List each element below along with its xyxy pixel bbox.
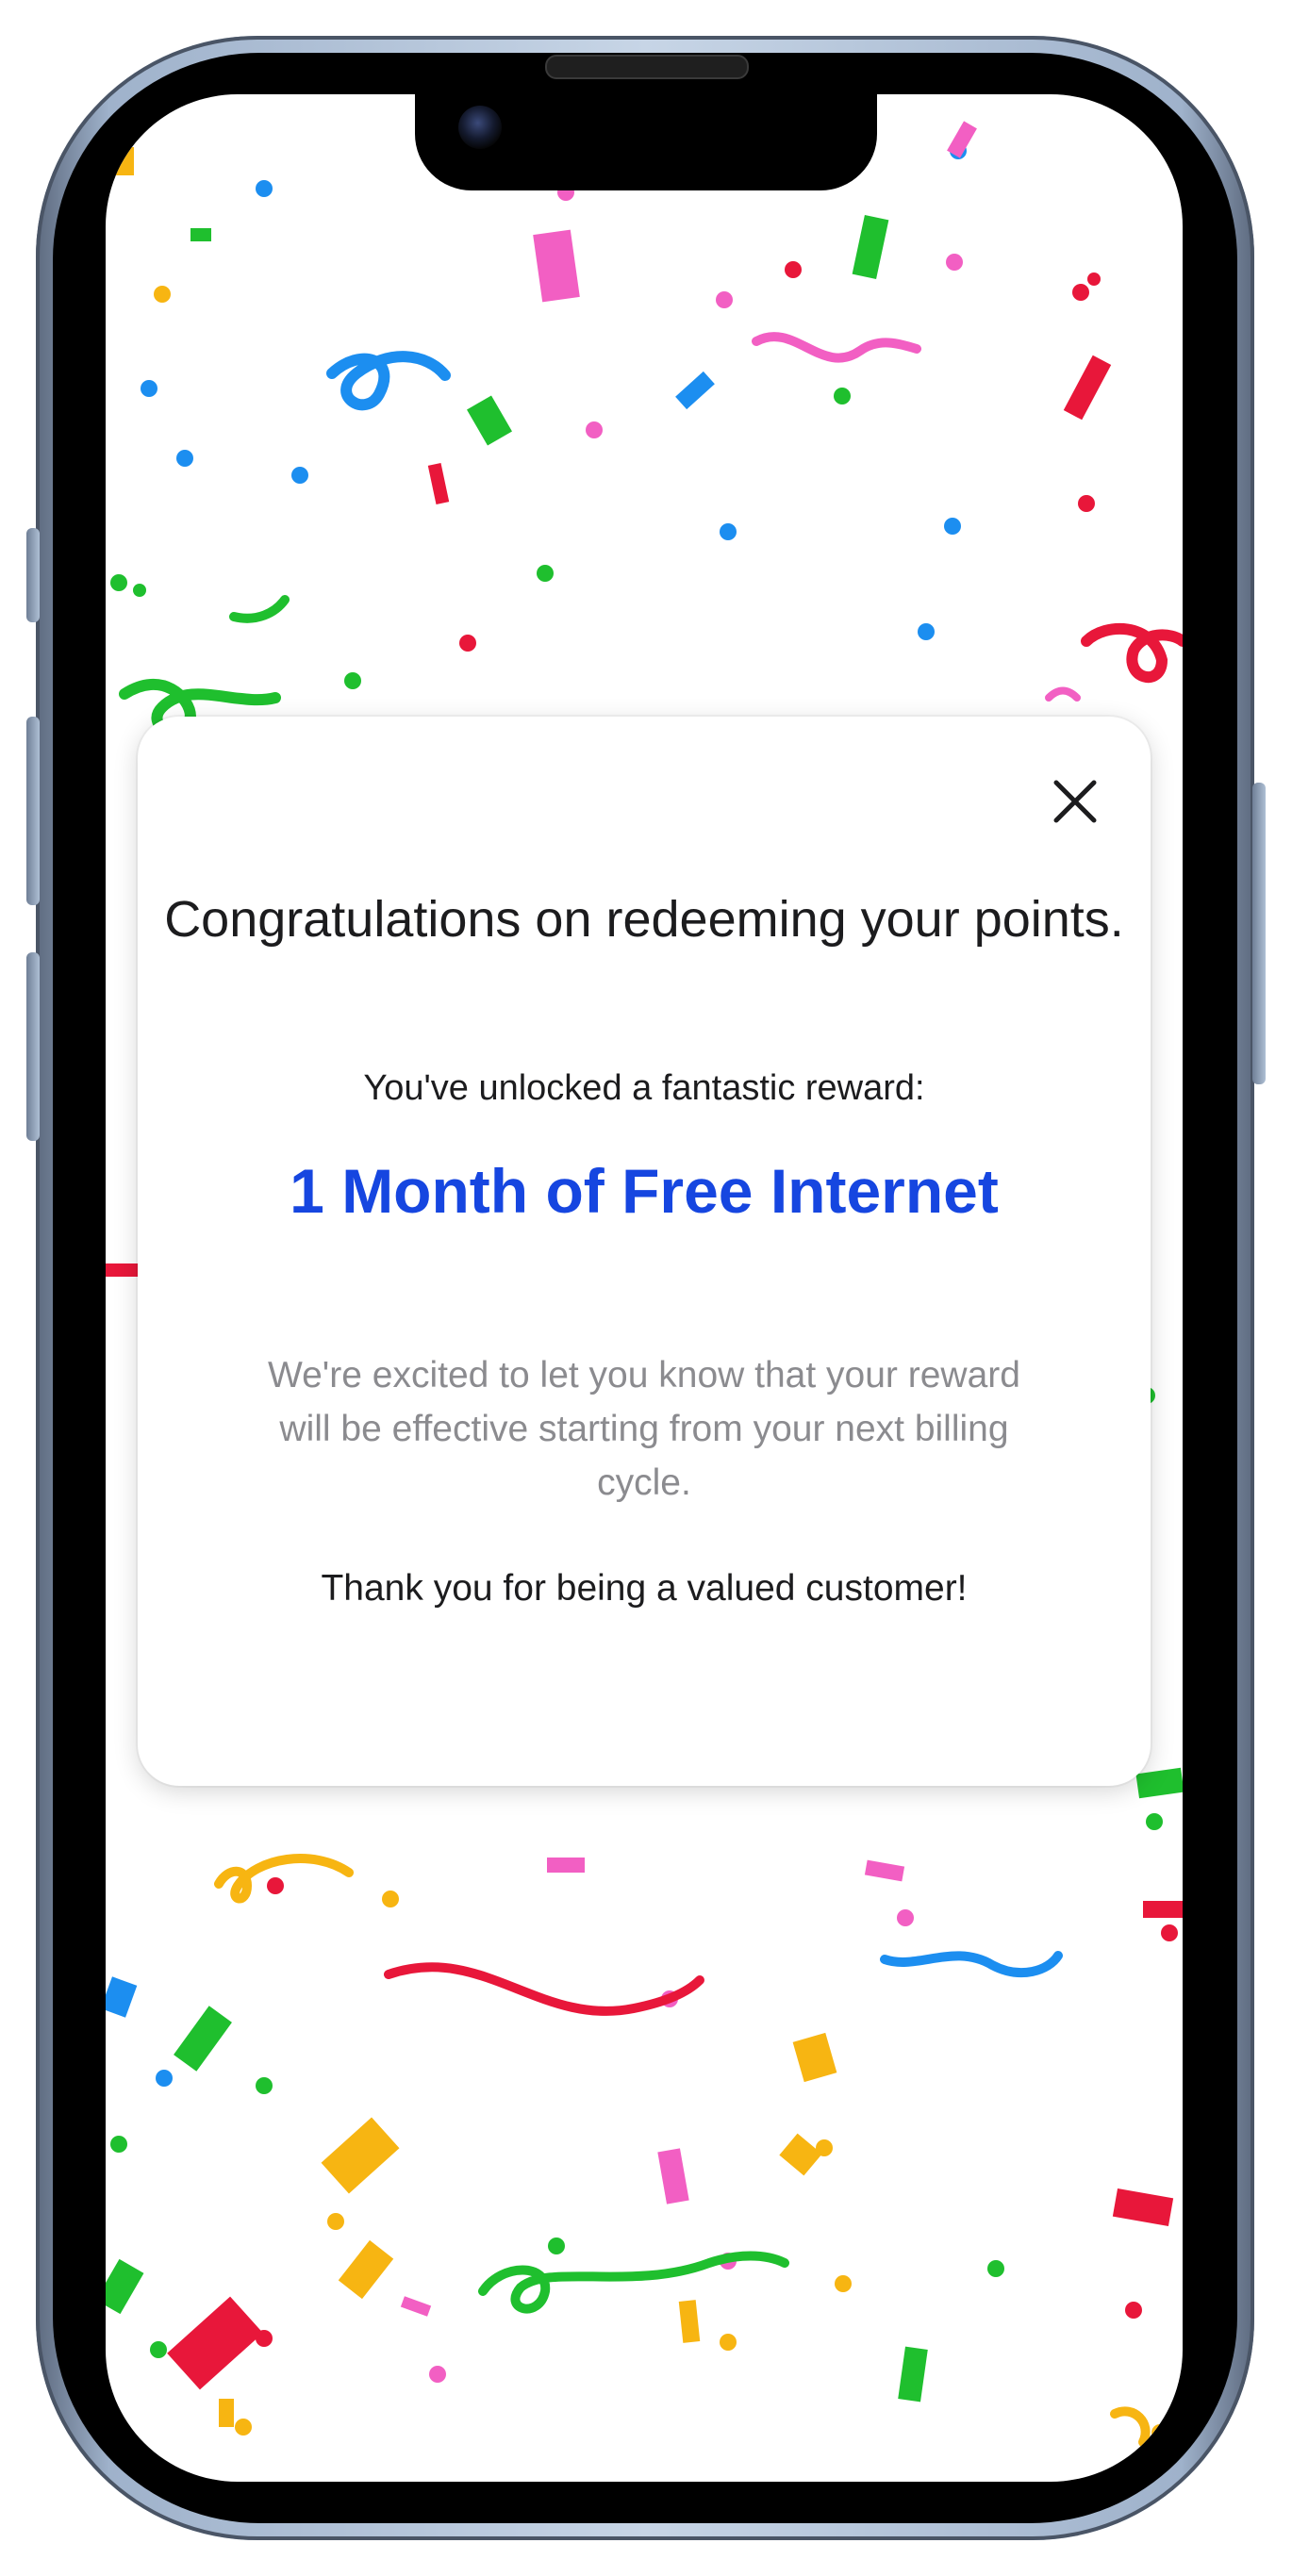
speaker-grille <box>545 55 749 79</box>
thank-you-message: Thank you for being a valued customer! <box>321 1568 968 1609</box>
phone-power-button <box>1252 783 1266 1084</box>
reward-description: We're excited to let you know that your … <box>268 1355 1020 1503</box>
reward-dialog: Congratulations on redeeming your points… <box>138 717 1151 1786</box>
phone-volume-up-button <box>26 717 40 905</box>
dialog-title: Congratulations on redeeming your points… <box>164 891 1124 948</box>
front-camera <box>458 106 502 149</box>
dialog-subtitle: You've unlocked a fantastic reward: <box>363 1068 925 1108</box>
phone-volume-down-button <box>26 952 40 1141</box>
close-button[interactable] <box>1041 768 1109 835</box>
close-icon <box>1053 780 1097 823</box>
phone-side-button <box>26 528 40 622</box>
reward-name: 1 Month of Free Internet <box>290 1156 999 1226</box>
